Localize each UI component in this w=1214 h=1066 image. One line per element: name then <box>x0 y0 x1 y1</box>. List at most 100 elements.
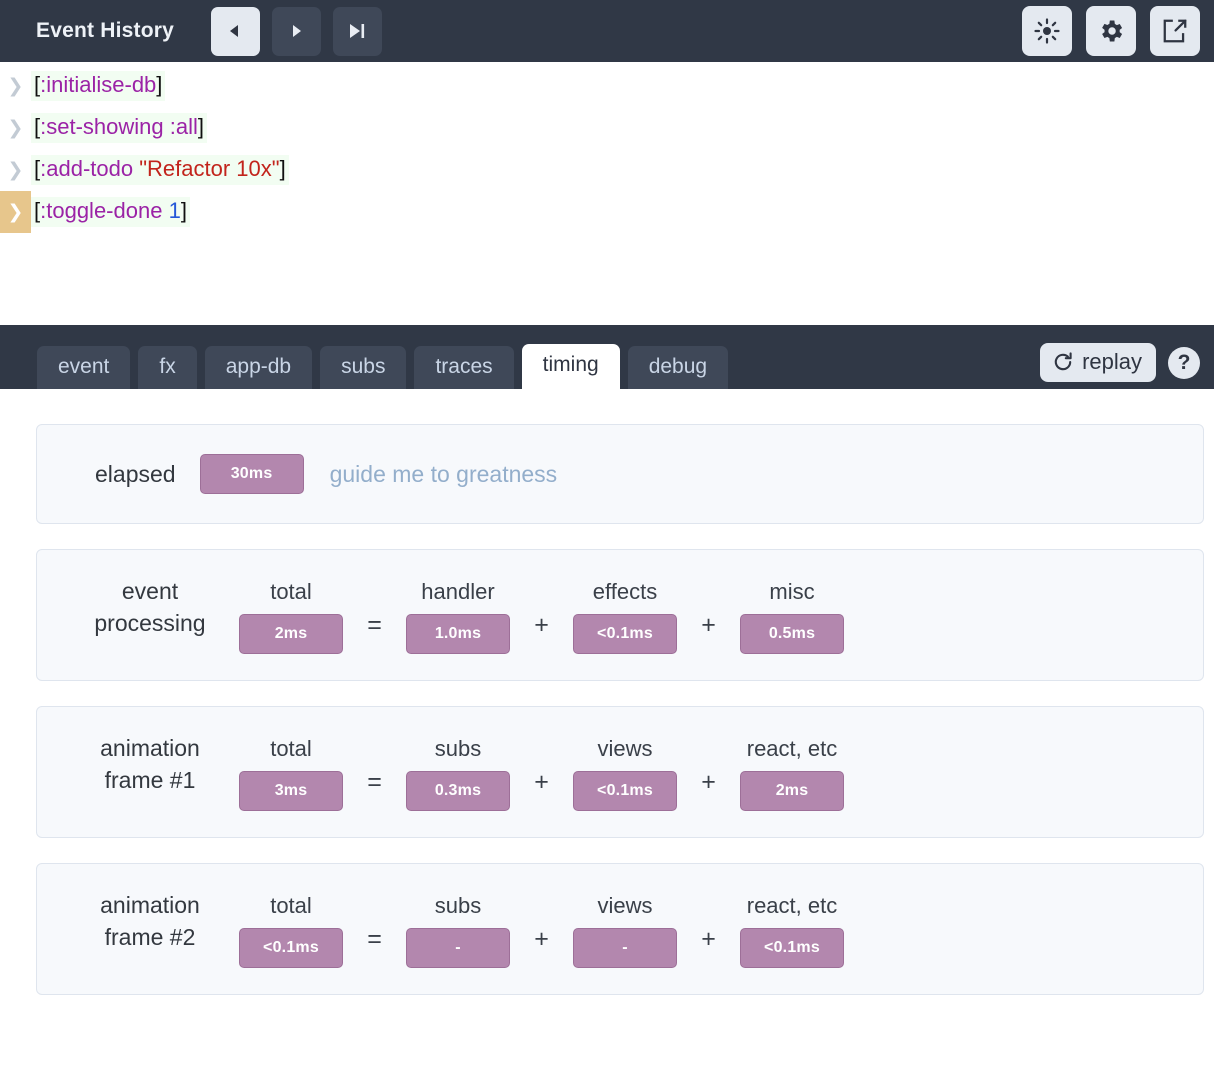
step-forward-button[interactable] <box>271 6 321 56</box>
part-2-value-pill[interactable]: 2ms <box>740 770 844 811</box>
total-value-pill[interactable]: 3ms <box>239 770 343 811</box>
tab-strip: event fx app-db subs traces timing debug <box>37 343 729 389</box>
page-title: Event History <box>36 19 174 42</box>
part-1-metric: views - <box>573 893 677 968</box>
event-history-header: Event History <box>0 0 1214 62</box>
timing-row-label-line2: frame #1 <box>104 767 196 793</box>
skip-to-end-button[interactable] <box>332 6 382 56</box>
devtools-tabbar: event fx app-db subs traces timing debug repla… <box>0 325 1214 389</box>
event-token: "Refactor 10x" <box>139 156 280 181</box>
total-value-pill[interactable]: <0.1ms <box>239 927 343 968</box>
event-token: 1 <box>168 198 181 223</box>
tab-fx[interactable]: fx <box>138 345 197 389</box>
part-1-metric: effects <0.1ms <box>573 579 677 654</box>
plus-operator: + <box>534 767 549 796</box>
tab-event[interactable]: event <box>37 345 131 389</box>
part-1-metric: views <0.1ms <box>573 736 677 811</box>
total-label: total <box>270 735 312 761</box>
part-0-metric: handler 1.0ms <box>406 579 510 654</box>
total-label: total <box>270 578 312 604</box>
tab-subs[interactable]: subs <box>320 345 407 389</box>
elapsed-label: elapsed <box>95 460 176 487</box>
chevron-right-icon: ❯ <box>7 158 24 181</box>
event-code: [:initialise-db] <box>31 71 166 101</box>
event-expand-toggle[interactable]: ❯ <box>0 149 31 191</box>
event-expand-toggle[interactable]: ❯ <box>0 65 31 107</box>
external-link-icon <box>1161 17 1189 45</box>
part-1-label: views <box>597 892 653 918</box>
event-list: ❯ [:initialise-db] ❯ [:set-showing :all] ❯ [:… <box>0 62 1214 233</box>
part-2-metric: react, etc <0.1ms <box>740 893 844 968</box>
sun-icon <box>1033 17 1061 45</box>
part-2-metric: misc 0.5ms <box>740 579 844 654</box>
part-2-value-pill[interactable]: <0.1ms <box>740 927 844 968</box>
step-back-button[interactable] <box>210 6 260 56</box>
plus-operator: + <box>701 610 716 639</box>
event-expand-toggle[interactable]: ❯ <box>0 191 31 233</box>
chevron-right-icon: ❯ <box>7 200 24 223</box>
timing-row: event processing total 2ms = handler 1.0ms + eff… <box>37 576 1203 654</box>
plus-operator: + <box>701 924 716 953</box>
event-code: [:set-showing :all] <box>31 113 208 143</box>
part-1-value-pill[interactable]: - <box>573 927 677 968</box>
part-0-label: subs <box>434 892 482 918</box>
timing-row-panel: animation frame #2 total <0.1ms = subs - + views… <box>36 863 1204 995</box>
equals-operator: = <box>367 767 382 796</box>
timing-row-label-line1: animation <box>100 892 200 919</box>
help-button[interactable]: ? <box>1168 346 1200 379</box>
gear-icon <box>1097 17 1125 45</box>
part-2-label: react, etc <box>746 892 838 918</box>
timing-row: animation frame #2 total <0.1ms = subs - + views… <box>37 890 1203 968</box>
chevron-right-icon: ❯ <box>7 74 24 97</box>
part-2-metric: react, etc 2ms <box>740 736 844 811</box>
part-2-label: misc <box>769 578 815 604</box>
tab-traces[interactable]: traces <box>414 345 514 389</box>
total-metric: total 3ms <box>239 736 343 811</box>
event-token: ] <box>180 198 187 223</box>
popout-button[interactable] <box>1150 6 1200 56</box>
tab-timing[interactable]: timing <box>521 343 620 389</box>
timing-row-label: event processing <box>61 576 239 653</box>
part-2-value-pill[interactable]: 0.5ms <box>740 613 844 654</box>
event-row[interactable]: ❯ [:set-showing :all] <box>0 107 1214 149</box>
part-1-value-pill[interactable]: <0.1ms <box>573 770 677 811</box>
event-row[interactable]: ❯ [:add-todo "Refactor 10x"] <box>0 149 1214 191</box>
elapsed-value-pill[interactable]: 30ms <box>199 454 304 494</box>
event-token: :add-todo <box>40 156 134 181</box>
settings-button[interactable] <box>1086 6 1136 56</box>
timing-row-label: animation frame #2 <box>61 890 239 967</box>
timing-row-label-line1: animation <box>100 735 200 762</box>
timing-breakdown-rows: event processing total 2ms = handler 1.0ms + eff… <box>36 549 1204 995</box>
event-code: [:add-todo "Refactor 10x"] <box>31 155 289 185</box>
event-token: ] <box>279 156 286 181</box>
event-token: :all <box>169 114 198 139</box>
event-token: :set-showing <box>40 114 164 139</box>
event-expand-toggle[interactable]: ❯ <box>0 107 31 149</box>
part-0-metric: subs 0.3ms <box>406 736 510 811</box>
replay-button[interactable]: replay <box>1040 343 1156 382</box>
part-2-label: react, etc <box>746 735 838 761</box>
event-token: :initialise-db <box>40 72 157 97</box>
tab-app-db[interactable]: app-db <box>204 345 313 389</box>
timing-row-label: animation frame #1 <box>61 733 239 810</box>
part-0-label: subs <box>434 735 482 761</box>
part-0-value-pill[interactable]: - <box>406 927 510 968</box>
timing-panel-body: elapsed 30ms guide me to greatness event… <box>0 389 1214 1020</box>
total-value-pill[interactable]: 2ms <box>239 613 343 654</box>
triangle-left-icon <box>226 22 244 40</box>
refresh-icon <box>1052 351 1074 373</box>
event-row[interactable]: ❯ [:initialise-db] <box>0 65 1214 107</box>
event-row[interactable]: ❯ [:toggle-done 1] <box>0 191 1214 233</box>
part-1-label: views <box>597 735 653 761</box>
elapsed-panel: elapsed 30ms guide me to greatness <box>36 424 1204 524</box>
total-label: total <box>270 892 312 918</box>
elapsed-row: elapsed 30ms guide me to greatness <box>37 454 557 494</box>
timing-row-panel: animation frame #1 total 3ms = subs 0.3ms + view… <box>36 706 1204 838</box>
brightness-button[interactable] <box>1022 6 1072 56</box>
tabbar-actions: replay ? <box>1040 343 1200 389</box>
part-1-value-pill[interactable]: <0.1ms <box>573 613 677 654</box>
part-0-value-pill[interactable]: 0.3ms <box>406 770 510 811</box>
tab-debug[interactable]: debug <box>627 345 729 389</box>
part-0-label: handler <box>421 578 495 604</box>
part-0-value-pill[interactable]: 1.0ms <box>406 613 510 654</box>
